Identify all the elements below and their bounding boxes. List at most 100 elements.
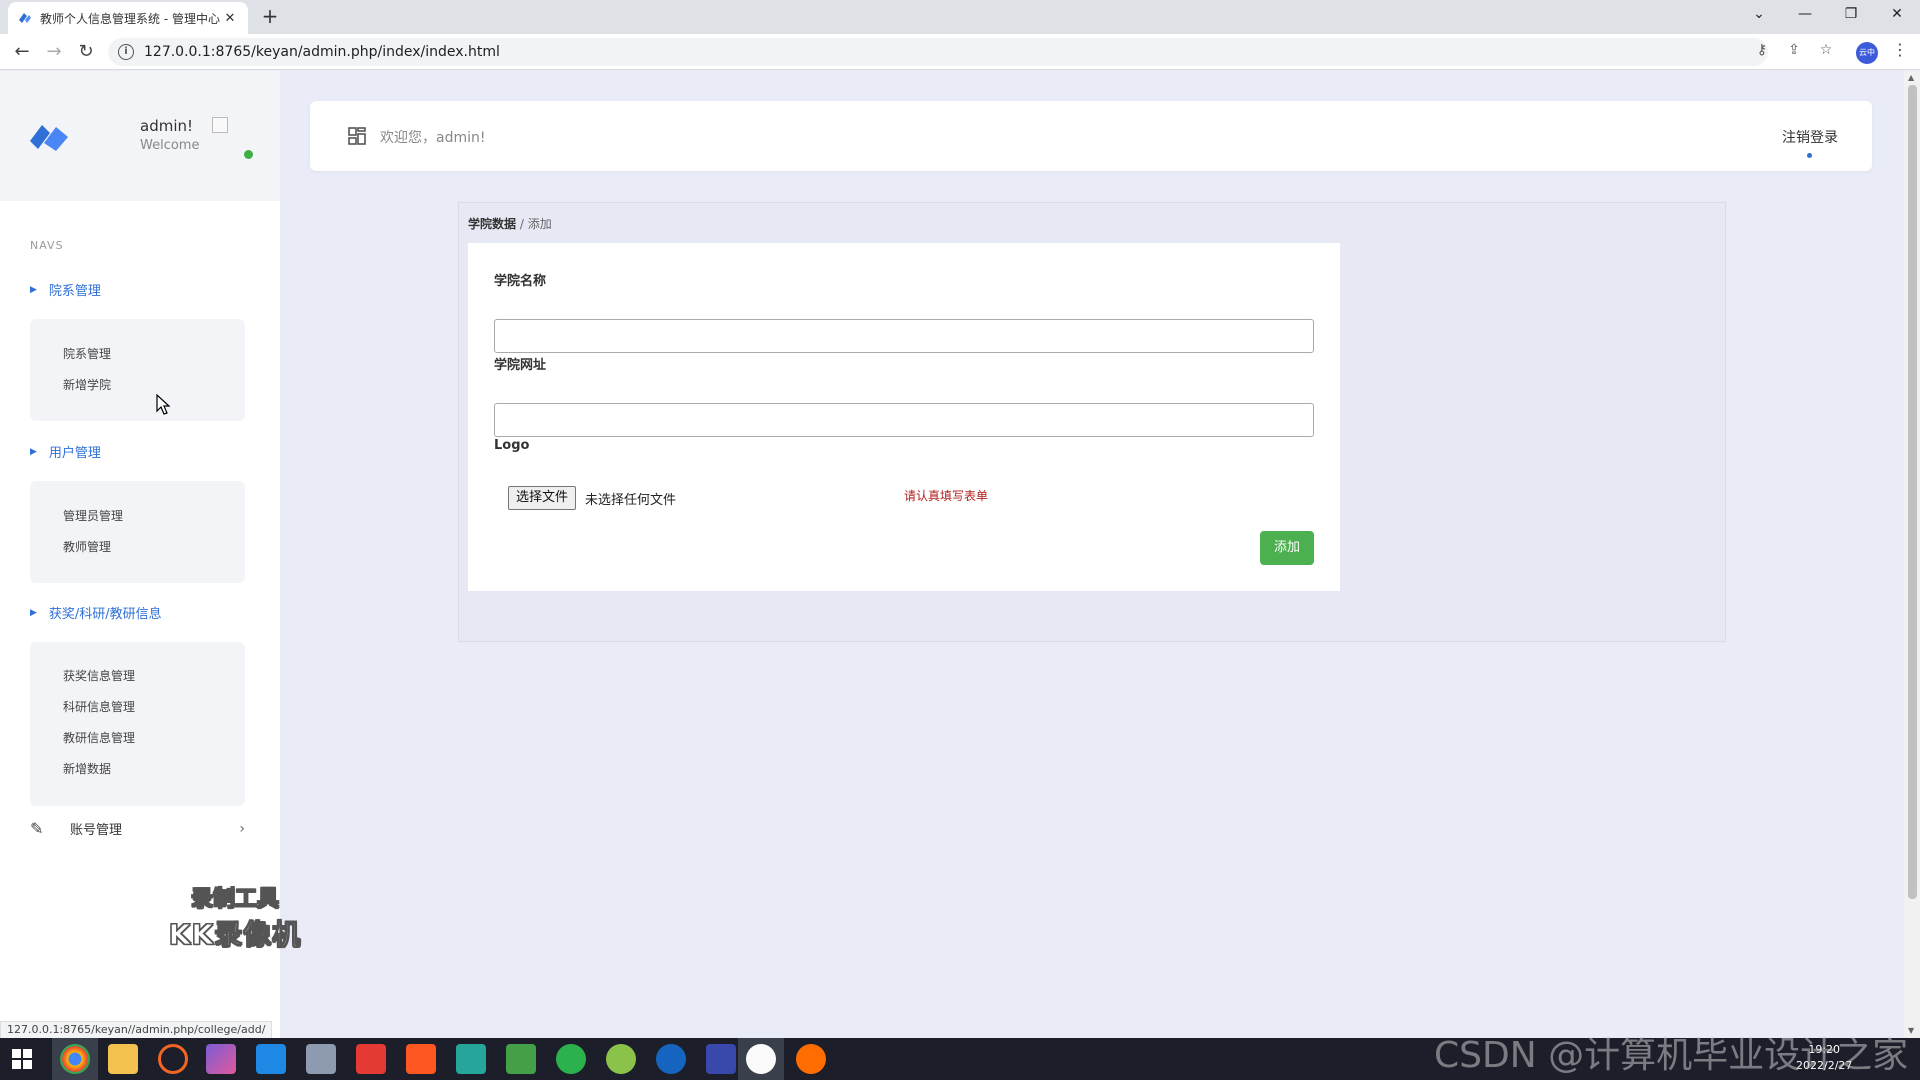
online-status-dot xyxy=(244,150,253,159)
college-url-label: 学院网址 xyxy=(494,358,547,373)
navs-title: NAVS xyxy=(30,239,64,252)
photo-app-icon[interactable] xyxy=(206,1044,236,1074)
logo-label: Logo xyxy=(494,438,530,453)
nav-submenu-awards: 获奖信息管理 科研信息管理 教研信息管理 新增数据 xyxy=(30,642,245,806)
nav-group-users[interactable]: ▶ 用户管理 xyxy=(30,442,101,461)
add-college-form: 学院名称 学院网址 Logo 选择文件 未选择任何文件 请认真填写表单 添加 xyxy=(468,243,1340,591)
tab-close-icon[interactable]: ✕ xyxy=(222,11,238,26)
share-icon[interactable]: ⇪ xyxy=(1784,42,1804,58)
reload-icon[interactable]: ↻ xyxy=(74,40,98,64)
sidebar-welcome: Welcome xyxy=(140,138,200,153)
file-status-text: 未选择任何文件 xyxy=(585,493,677,508)
magnifier-app-icon[interactable] xyxy=(656,1044,686,1074)
add-button[interactable]: 添加 xyxy=(1260,531,1314,565)
sidebar-item-college-manage[interactable]: 院系管理 xyxy=(30,339,245,370)
breadcrumb-main[interactable]: 学院数据 xyxy=(468,217,516,231)
file-explorer-icon[interactable] xyxy=(108,1044,138,1074)
account-label: 账号管理 xyxy=(70,823,123,838)
nav-group-label: 院系管理 xyxy=(48,284,101,299)
logout-link[interactable]: 注销登录 xyxy=(1782,127,1838,147)
recorder-app-icon[interactable] xyxy=(796,1044,826,1074)
site-info-icon[interactable]: i xyxy=(118,44,134,60)
forward-arrow-icon[interactable]: → xyxy=(42,40,66,64)
college-name-input[interactable] xyxy=(494,319,1314,353)
app-logo-icon xyxy=(30,125,68,151)
page-scrollbar[interactable]: ▲ ▼ xyxy=(1904,71,1920,1038)
windows-start-icon[interactable] xyxy=(12,1049,32,1069)
form-warning-text: 请认真填写表单 xyxy=(904,489,989,503)
network-app-icon[interactable] xyxy=(456,1044,486,1074)
p-app-icon[interactable] xyxy=(256,1044,286,1074)
nav-group-label: 用户管理 xyxy=(48,446,101,461)
sidebar-item-admin-manage[interactable]: 管理员管理 xyxy=(30,501,245,532)
breadcrumb: 学院数据 / 添加 xyxy=(468,215,552,232)
sidebar-item-research-manage[interactable]: 科研信息管理 xyxy=(30,692,245,723)
back-arrow-icon[interactable]: ← xyxy=(10,40,34,64)
caret-right-icon: ▶ xyxy=(30,446,37,457)
tab-search-icon[interactable]: ⌄ xyxy=(1736,0,1782,30)
sublime-icon[interactable] xyxy=(406,1044,436,1074)
nav-submenu-users: 管理员管理 教师管理 xyxy=(30,481,245,583)
profile-avatar[interactable]: 云中 xyxy=(1856,42,1878,64)
computer-app-icon[interactable] xyxy=(306,1044,336,1074)
address-bar[interactable]: i 127.0.0.1:8765/keyan/admin.php/index/i… xyxy=(108,38,1768,66)
chevron-right-icon: › xyxy=(239,820,245,837)
mouse-cursor-icon xyxy=(156,394,171,415)
bookmark-star-icon[interactable]: ☆ xyxy=(1816,42,1836,58)
browser-toolbar: ← → ↻ i 127.0.0.1:8765/keyan/admin.php/i… xyxy=(0,34,1920,70)
qq-icon[interactable] xyxy=(746,1044,776,1074)
browser-tabstrip: 教师个人信息管理系统 - 管理中心 ✕ + ⌄ — ❐ ✕ xyxy=(0,0,1920,34)
sidebar-header: admin! Welcome xyxy=(0,71,280,201)
welcome-message: 欢迎您，admin! xyxy=(380,130,486,146)
chrome-icon[interactable] xyxy=(60,1044,90,1074)
breadcrumb-current: 添加 xyxy=(527,217,552,231)
sidebar-item-teacher-manage[interactable]: 教师管理 xyxy=(30,532,245,563)
choose-file-button[interactable]: 选择文件 xyxy=(508,486,577,510)
sidebar-item-account[interactable]: ✎ 账号管理 › xyxy=(30,819,245,838)
grid-icon[interactable] xyxy=(348,127,366,145)
restore-icon[interactable]: ❐ xyxy=(1828,0,1874,30)
site-favicon-icon xyxy=(19,13,31,23)
sidebar-item-award-manage[interactable]: 获奖信息管理 xyxy=(30,661,245,692)
wps-icon[interactable] xyxy=(356,1044,386,1074)
sidebar-item-add-college[interactable]: 新增学院 xyxy=(30,370,245,401)
new-tab-button[interactable]: + xyxy=(258,4,282,28)
browser-tab[interactable]: 教师个人信息管理系统 - 管理中心 ✕ xyxy=(8,2,248,34)
address-url: 127.0.0.1:8765/keyan/admin.php/index/ind… xyxy=(144,44,500,60)
breadcrumb-separator: / xyxy=(516,217,528,231)
nav-group-awards[interactable]: ▶ 获奖/科研/教研信息 xyxy=(30,603,162,622)
scrollbar-thumb[interactable] xyxy=(1908,85,1917,899)
window-close-icon[interactable]: ✕ xyxy=(1874,0,1920,30)
avatar xyxy=(212,117,228,133)
sidebar: admin! Welcome NAVS ▶ 院系管理 院系管理 新增学院 ▶ 用… xyxy=(0,71,301,1038)
watermark-line1: 录制工具 xyxy=(190,887,279,913)
college-url-input[interactable] xyxy=(494,403,1314,437)
browser-menu-icon[interactable]: ⋮ xyxy=(1892,40,1908,59)
sidebar-item-teaching-manage[interactable]: 教研信息管理 xyxy=(30,723,245,754)
main-panel: 学院数据 / 添加 学院名称 学院网址 Logo 选择文件 未选择任何文件 请认… xyxy=(458,202,1726,642)
minimize-icon[interactable]: — xyxy=(1782,0,1828,30)
ide-app-icon[interactable] xyxy=(706,1044,736,1074)
key-icon[interactable]: ⚷ xyxy=(1752,42,1772,58)
link-status-bar: 127.0.0.1:8765/keyan//admin.php/college/… xyxy=(0,1021,273,1039)
tab-title: 教师个人信息管理系统 - 管理中心 xyxy=(40,11,220,26)
logout-indicator-dot xyxy=(1807,153,1812,158)
csdn-watermark: CSDN @计算机毕业设计之家 xyxy=(1434,1035,1909,1076)
wechat-icon[interactable] xyxy=(556,1044,586,1074)
nav-group-college[interactable]: ▶ 院系管理 xyxy=(30,280,101,299)
scroll-up-icon[interactable]: ▲ xyxy=(1908,73,1914,82)
nav-submenu-college: 院系管理 新增学院 xyxy=(30,319,245,421)
scroll-down-icon[interactable]: ▼ xyxy=(1908,1026,1914,1035)
green-app-icon[interactable] xyxy=(606,1044,636,1074)
recorder-watermark: 录制工具 KK录像机 xyxy=(160,881,310,953)
notepad-icon[interactable] xyxy=(506,1044,536,1074)
caret-right-icon: ▶ xyxy=(30,607,37,618)
college-name-label: 学院名称 xyxy=(494,274,547,289)
sidebar-item-add-data[interactable]: 新增数据 xyxy=(30,754,245,785)
pencil-icon: ✎ xyxy=(30,819,44,838)
sidebar-username: admin! xyxy=(140,117,194,135)
watermark-line2: KK录像机 xyxy=(168,918,302,952)
caret-right-icon: ▶ xyxy=(30,284,37,295)
search-app-icon[interactable] xyxy=(158,1044,188,1074)
top-bar: 欢迎您，admin! 注销登录 xyxy=(310,101,1872,171)
